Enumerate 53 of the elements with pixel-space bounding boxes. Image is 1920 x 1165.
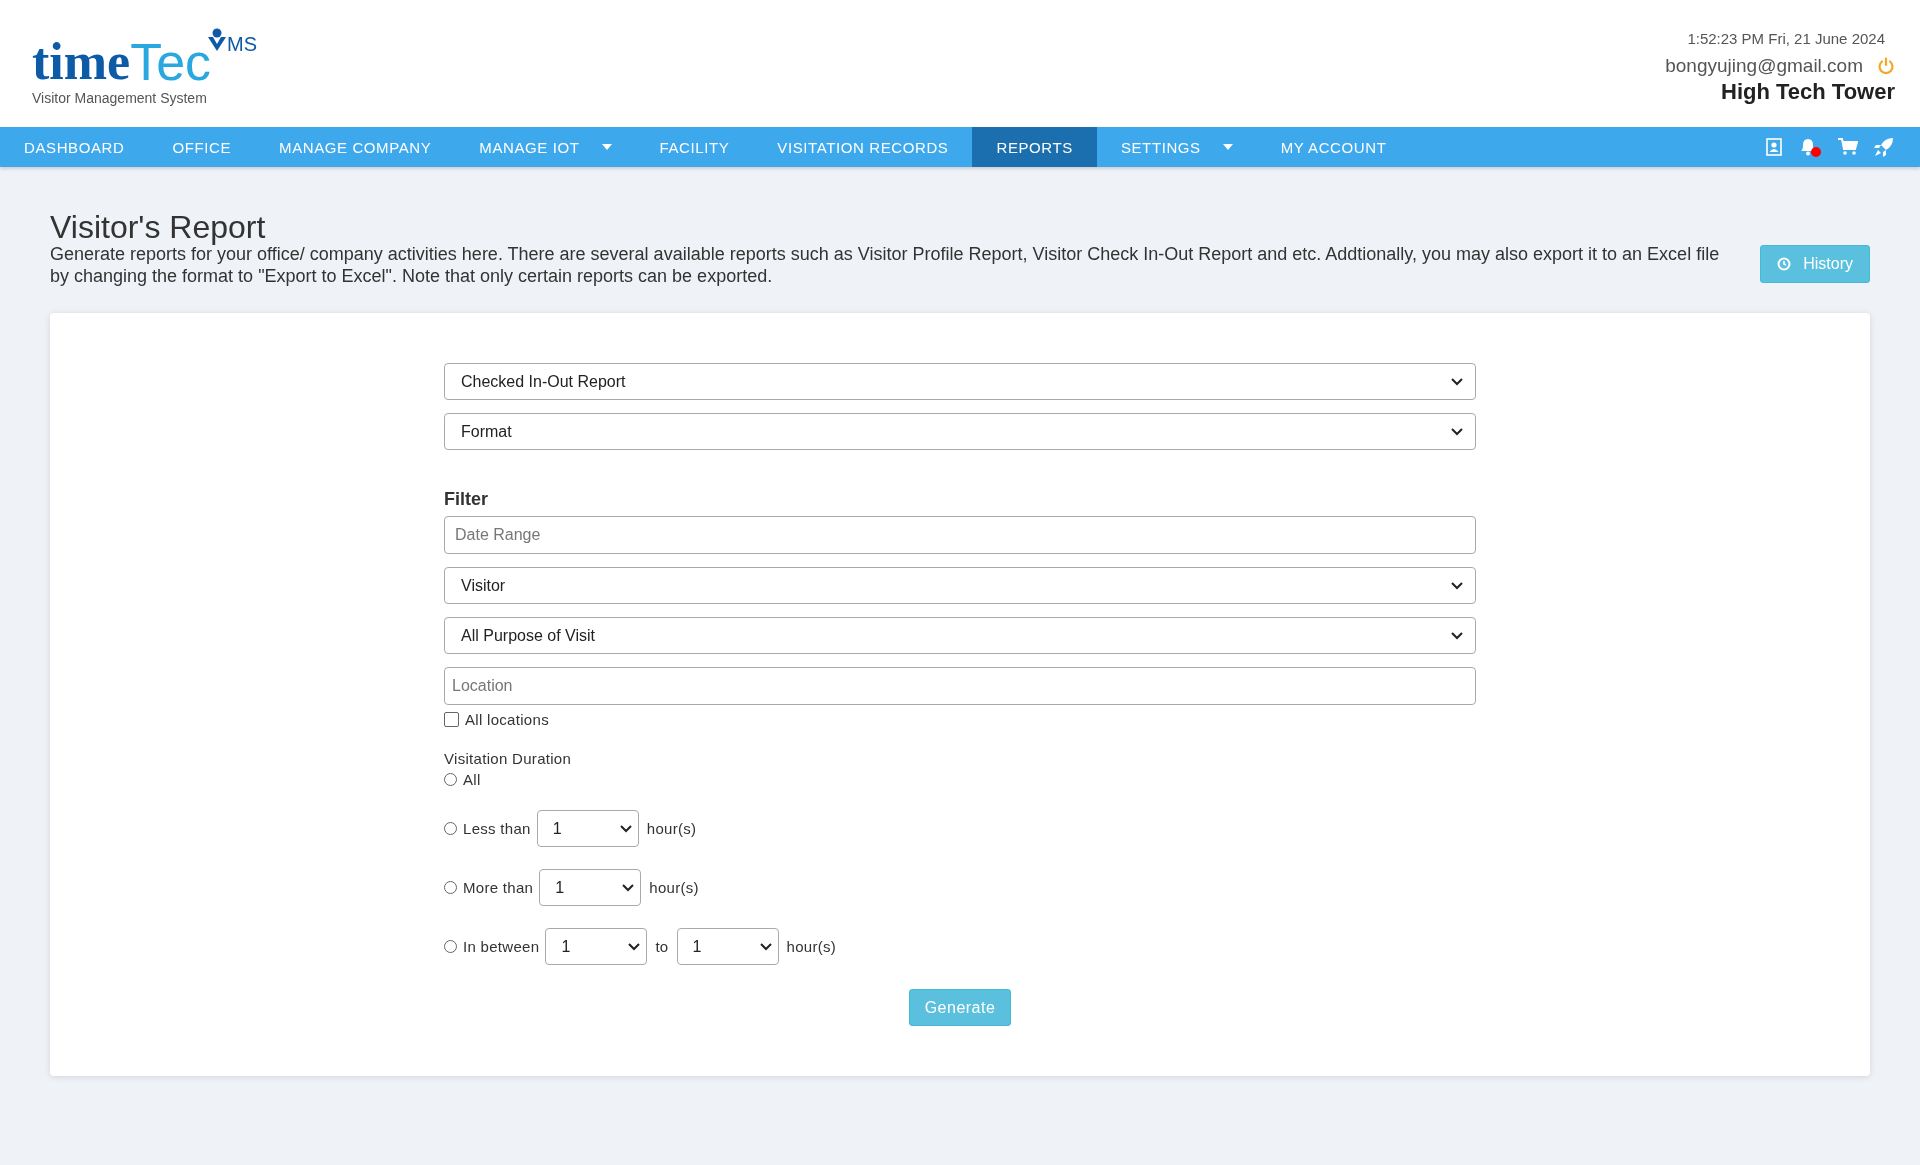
hours-dropdown[interactable]: 1 (536, 810, 639, 847)
logo: timeTec MS Visitor Management System (32, 21, 258, 106)
history-button[interactable]: History (1760, 245, 1870, 283)
site-name: High Tech Tower (1721, 79, 1895, 105)
radio-label: In between (463, 938, 540, 955)
page-description: Generate reports for your office/ company activities here. There are several available reports such as Visitor Profile Report, Visitor Check In-Out Report and etc. Addtionally, you may also export it to an Excel file by changing the format to "Export to Excel". Note that only certain reports can be exported. (50, 244, 1721, 287)
nav-tab[interactable]: MANAGE COMPANY (255, 127, 456, 167)
chevron-icon (628, 942, 641, 951)
rocket-icon[interactable] (1874, 137, 1894, 157)
chevron-icon (1451, 581, 1463, 590)
caret-icon (1222, 144, 1233, 150)
report-type-dropdown[interactable]: Checked In-Out Report (444, 363, 1476, 400)
visitor-dropdown[interactable]: Visitor (444, 567, 1476, 604)
chevron-icon (1451, 377, 1463, 386)
unit-label: hour(s) (646, 820, 697, 837)
radio-label: Less than (463, 820, 531, 837)
chevron-icon (1451, 631, 1463, 640)
hours-dropdown[interactable]: 1 (539, 869, 642, 906)
purpose-dropdown[interactable]: All Purpose of Visit (444, 617, 1476, 654)
nav-tab[interactable]: VISITATION RECORDS (753, 127, 973, 167)
nav-tab[interactable]: REPORTS (972, 127, 1097, 167)
radio-label: More than (463, 879, 534, 896)
format-dropdown[interactable]: Format (444, 413, 1476, 450)
unit-label: hour(s) (786, 938, 837, 955)
duration-label: Visitation Duration (444, 750, 573, 767)
checkbox[interactable] (444, 712, 459, 727)
chevron-icon (622, 883, 635, 892)
generate-button[interactable]: Generate (909, 989, 1011, 1026)
unit-label: hour(s) (649, 879, 699, 896)
contact-card-icon[interactable] (1766, 138, 1782, 156)
nav-tab[interactable]: DASHBOARD (0, 127, 149, 167)
clock-icon (1777, 257, 1792, 271)
user-email: bongyujing@gmail.com (1665, 55, 1863, 77)
date-range-field[interactable]: Date Range (444, 516, 1476, 554)
unit-label: to (655, 938, 669, 955)
location-field[interactable]: Location (444, 667, 1476, 705)
cart-icon[interactable] (1838, 138, 1858, 156)
date-time: 1:52:23 PM Fri, 21 June 2024 (1687, 30, 1885, 47)
checkbox-label: All locations (465, 711, 549, 728)
chevron-icon (759, 942, 772, 951)
chevron-icon (619, 824, 632, 833)
hours-dropdown[interactable]: 1 (545, 928, 648, 965)
chevron-icon (1451, 427, 1463, 436)
nav-tab[interactable]: MY ACCOUNT (1256, 127, 1411, 167)
caret-icon (601, 144, 612, 150)
hours-dropdown[interactable]: 1 (676, 928, 779, 965)
radio-label: All (463, 771, 481, 788)
page-title: Visitor's Report (50, 211, 267, 243)
nav-tab[interactable]: SETTINGS (1096, 127, 1257, 167)
nav-tab[interactable]: OFFICE (148, 127, 256, 167)
filter-label: Filter (444, 489, 489, 510)
nav-tab[interactable]: FACILITY (635, 127, 754, 167)
nav-tab[interactable]: MANAGE IOT (455, 127, 636, 167)
